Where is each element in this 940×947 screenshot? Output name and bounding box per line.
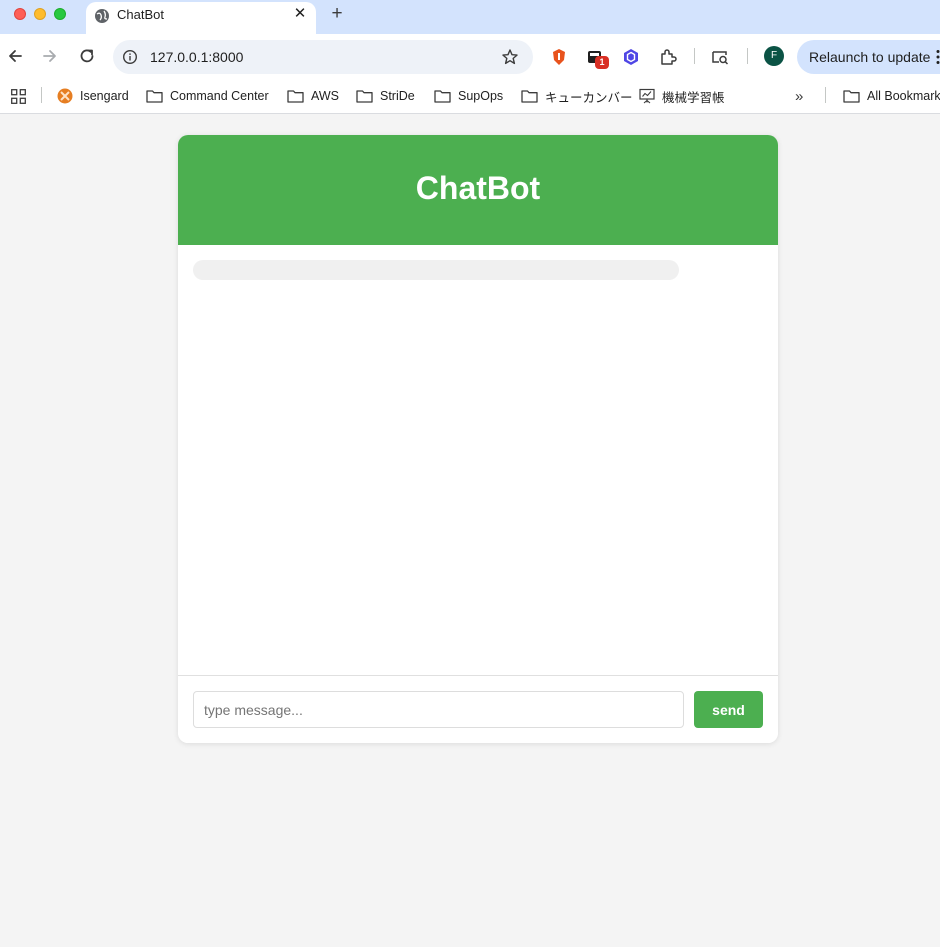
page-title: ChatBot bbox=[415, 170, 541, 206]
bookmark-ml-notebook[interactable]: 機械学習帳 bbox=[639, 86, 725, 106]
bookmark-label: AWS bbox=[311, 89, 340, 103]
kebab-menu-icon[interactable] bbox=[936, 49, 940, 65]
bookmark-cucumber[interactable]: キューカンバー bbox=[521, 86, 633, 106]
chat-messages-area[interactable] bbox=[178, 245, 778, 675]
new-tab-button[interactable]: + bbox=[328, 4, 346, 24]
tab-chatbot[interactable]: ChatBot ✕ bbox=[86, 2, 316, 34]
bookmark-label: キューカンバー bbox=[545, 90, 633, 105]
reload-icon[interactable] bbox=[77, 46, 97, 66]
address-bar[interactable]: 127.0.0.1:8000 bbox=[113, 40, 533, 74]
folder-icon bbox=[146, 90, 163, 103]
more-bookmarks-button[interactable]: » bbox=[795, 86, 803, 106]
bookmark-stride[interactable]: StriDe bbox=[356, 86, 415, 106]
bookmarks-divider bbox=[41, 87, 42, 103]
send-button[interactable]: send bbox=[694, 691, 763, 728]
isengard-icon bbox=[57, 88, 73, 104]
bookmark-label: Isengard bbox=[80, 89, 129, 103]
presentation-icon bbox=[639, 88, 655, 104]
extension-notification-badge: 1 bbox=[595, 56, 609, 69]
site-info-icon[interactable] bbox=[122, 49, 138, 65]
tab-title: ChatBot bbox=[117, 7, 164, 22]
bookmark-label: SupOps bbox=[458, 89, 504, 103]
message-input[interactable] bbox=[193, 691, 684, 728]
forward-arrow-icon[interactable] bbox=[40, 46, 60, 66]
bookmark-star-icon[interactable] bbox=[501, 48, 519, 66]
back-arrow-icon[interactable] bbox=[5, 46, 25, 66]
bookmarks-bar: Isengard Command Center AWS StriDe SupOp… bbox=[0, 80, 940, 114]
hexagon-extension-icon[interactable] bbox=[622, 48, 640, 66]
folder-icon bbox=[287, 90, 304, 103]
puzzle-icon[interactable] bbox=[659, 48, 677, 66]
tab-strip: ChatBot ✕ + bbox=[0, 0, 940, 34]
bookmark-aws[interactable]: AWS bbox=[287, 86, 339, 106]
search-tab-icon[interactable] bbox=[711, 48, 729, 66]
toolbar-divider bbox=[747, 48, 748, 64]
folder-icon bbox=[356, 90, 373, 103]
minimize-window-button[interactable] bbox=[34, 8, 46, 20]
bookmark-label: Command Center bbox=[170, 89, 269, 103]
chat-input-bar: send bbox=[178, 675, 778, 743]
bookmark-label: 機械学習帳 bbox=[662, 90, 725, 105]
chat-container: ChatBot send bbox=[178, 135, 778, 743]
tab-close-icon[interactable]: ✕ bbox=[292, 6, 308, 22]
bookmark-label: All Bookmarks bbox=[867, 89, 940, 103]
folder-icon bbox=[843, 90, 860, 103]
close-window-button[interactable] bbox=[14, 8, 26, 20]
all-bookmarks-folder[interactable]: All Bookmarks bbox=[843, 86, 940, 106]
apps-grid-icon[interactable] bbox=[11, 86, 33, 106]
bookmark-supops[interactable]: SupOps bbox=[434, 86, 503, 106]
profile-avatar[interactable]: F bbox=[764, 46, 784, 66]
message-bubble bbox=[193, 260, 679, 280]
globe-icon bbox=[95, 9, 109, 23]
maximize-window-button[interactable] bbox=[54, 8, 66, 20]
url-text[interactable]: 127.0.0.1:8000 bbox=[150, 49, 243, 65]
bookmark-label: StriDe bbox=[380, 89, 415, 103]
chat-header: ChatBot bbox=[178, 135, 778, 245]
bookmark-isengard[interactable]: Isengard bbox=[57, 86, 129, 106]
toolbar-divider bbox=[694, 48, 695, 64]
folder-icon bbox=[434, 90, 451, 103]
brave-lion-icon[interactable] bbox=[550, 48, 568, 66]
bookmark-command-center[interactable]: Command Center bbox=[146, 86, 269, 106]
folder-icon bbox=[521, 90, 538, 103]
bookmarks-divider bbox=[825, 87, 826, 103]
relaunch-to-update-button[interactable]: Relaunch to update bbox=[797, 40, 940, 74]
relaunch-label: Relaunch to update bbox=[809, 49, 931, 65]
